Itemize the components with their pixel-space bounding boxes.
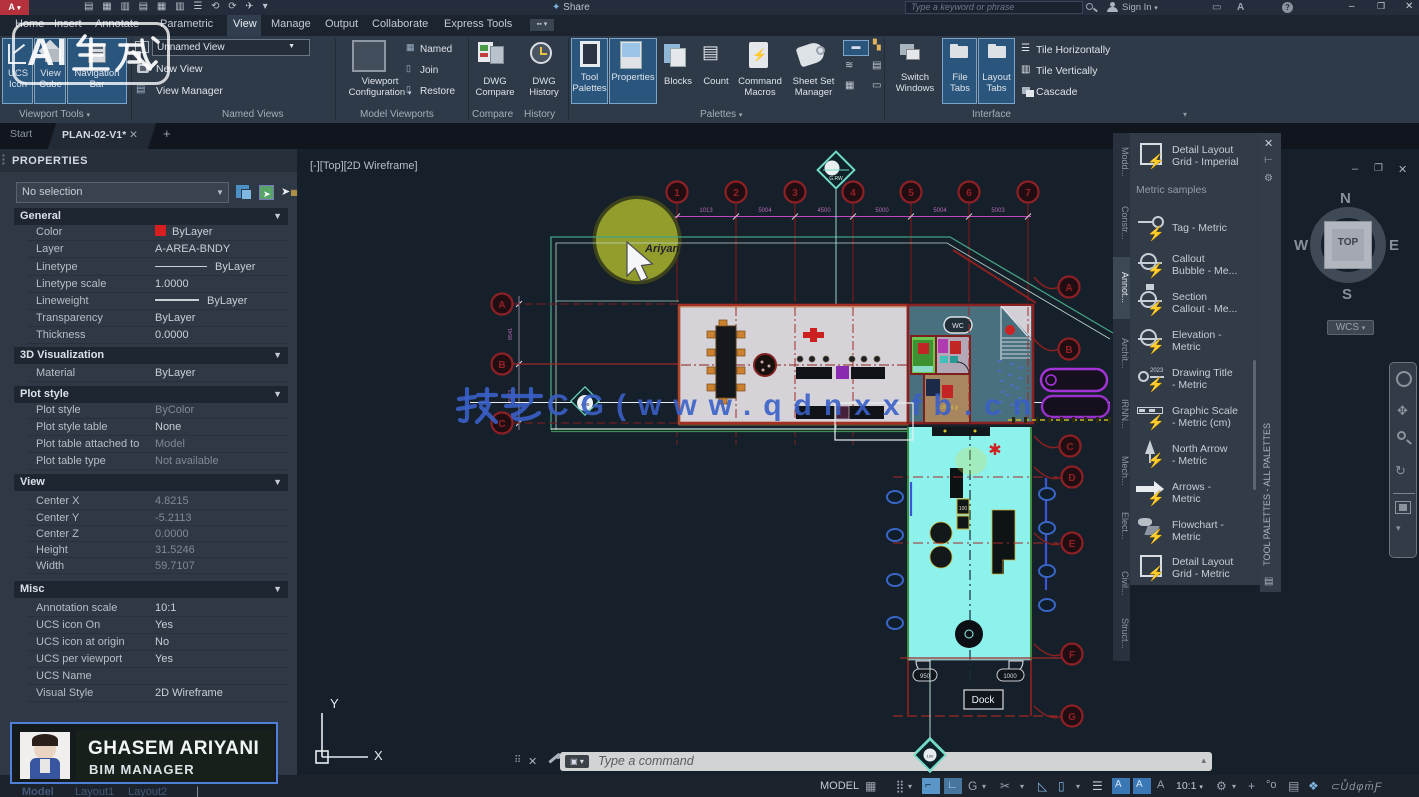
- svg-text:100: 100: [959, 506, 968, 512]
- svg-text:950: 950: [920, 674, 931, 680]
- svg-text:1000: 1000: [1003, 674, 1017, 680]
- svg-text:B: B: [498, 360, 505, 371]
- svg-text:5000: 5000: [875, 208, 889, 214]
- svg-text:3: 3: [792, 188, 798, 199]
- svg-text:1013: 1013: [699, 208, 713, 214]
- svg-text:5004: 5004: [933, 208, 947, 214]
- svg-text:2: 2: [733, 188, 739, 199]
- svg-text:B: B: [1065, 345, 1072, 356]
- svg-text:D: D: [1068, 473, 1075, 484]
- svg-text:WC: WC: [952, 323, 964, 330]
- svg-text:A: A: [1065, 283, 1072, 294]
- svg-text:G.RW: G.RW: [829, 176, 843, 182]
- svg-text:E: E: [1069, 539, 1076, 550]
- svg-text:100: 100: [927, 754, 934, 759]
- svg-text:7: 7: [1025, 188, 1031, 199]
- svg-text:4500: 4500: [817, 208, 831, 214]
- svg-text:Ariyani: Ariyani: [644, 243, 683, 255]
- svg-text:Dock: Dock: [972, 695, 996, 706]
- svg-text:G: G: [1068, 712, 1076, 723]
- svg-text:5: 5: [908, 188, 914, 199]
- svg-text:5003: 5003: [991, 208, 1005, 214]
- svg-text:5004: 5004: [758, 208, 772, 214]
- svg-text:C: C: [1066, 442, 1073, 453]
- svg-text:Y: Y: [330, 696, 339, 711]
- svg-text:1: 1: [674, 188, 680, 199]
- svg-text:[-][Top][2D Wireframe]: [-][Top][2D Wireframe]: [310, 160, 418, 172]
- svg-text:4: 4: [850, 188, 856, 199]
- svg-text:A: A: [498, 300, 505, 311]
- svg-text:X: X: [374, 748, 383, 763]
- svg-text:F: F: [1069, 650, 1075, 661]
- svg-text:8541: 8541: [508, 328, 514, 340]
- svg-text:6: 6: [966, 188, 972, 199]
- svg-text:✱: ✱: [988, 442, 1001, 459]
